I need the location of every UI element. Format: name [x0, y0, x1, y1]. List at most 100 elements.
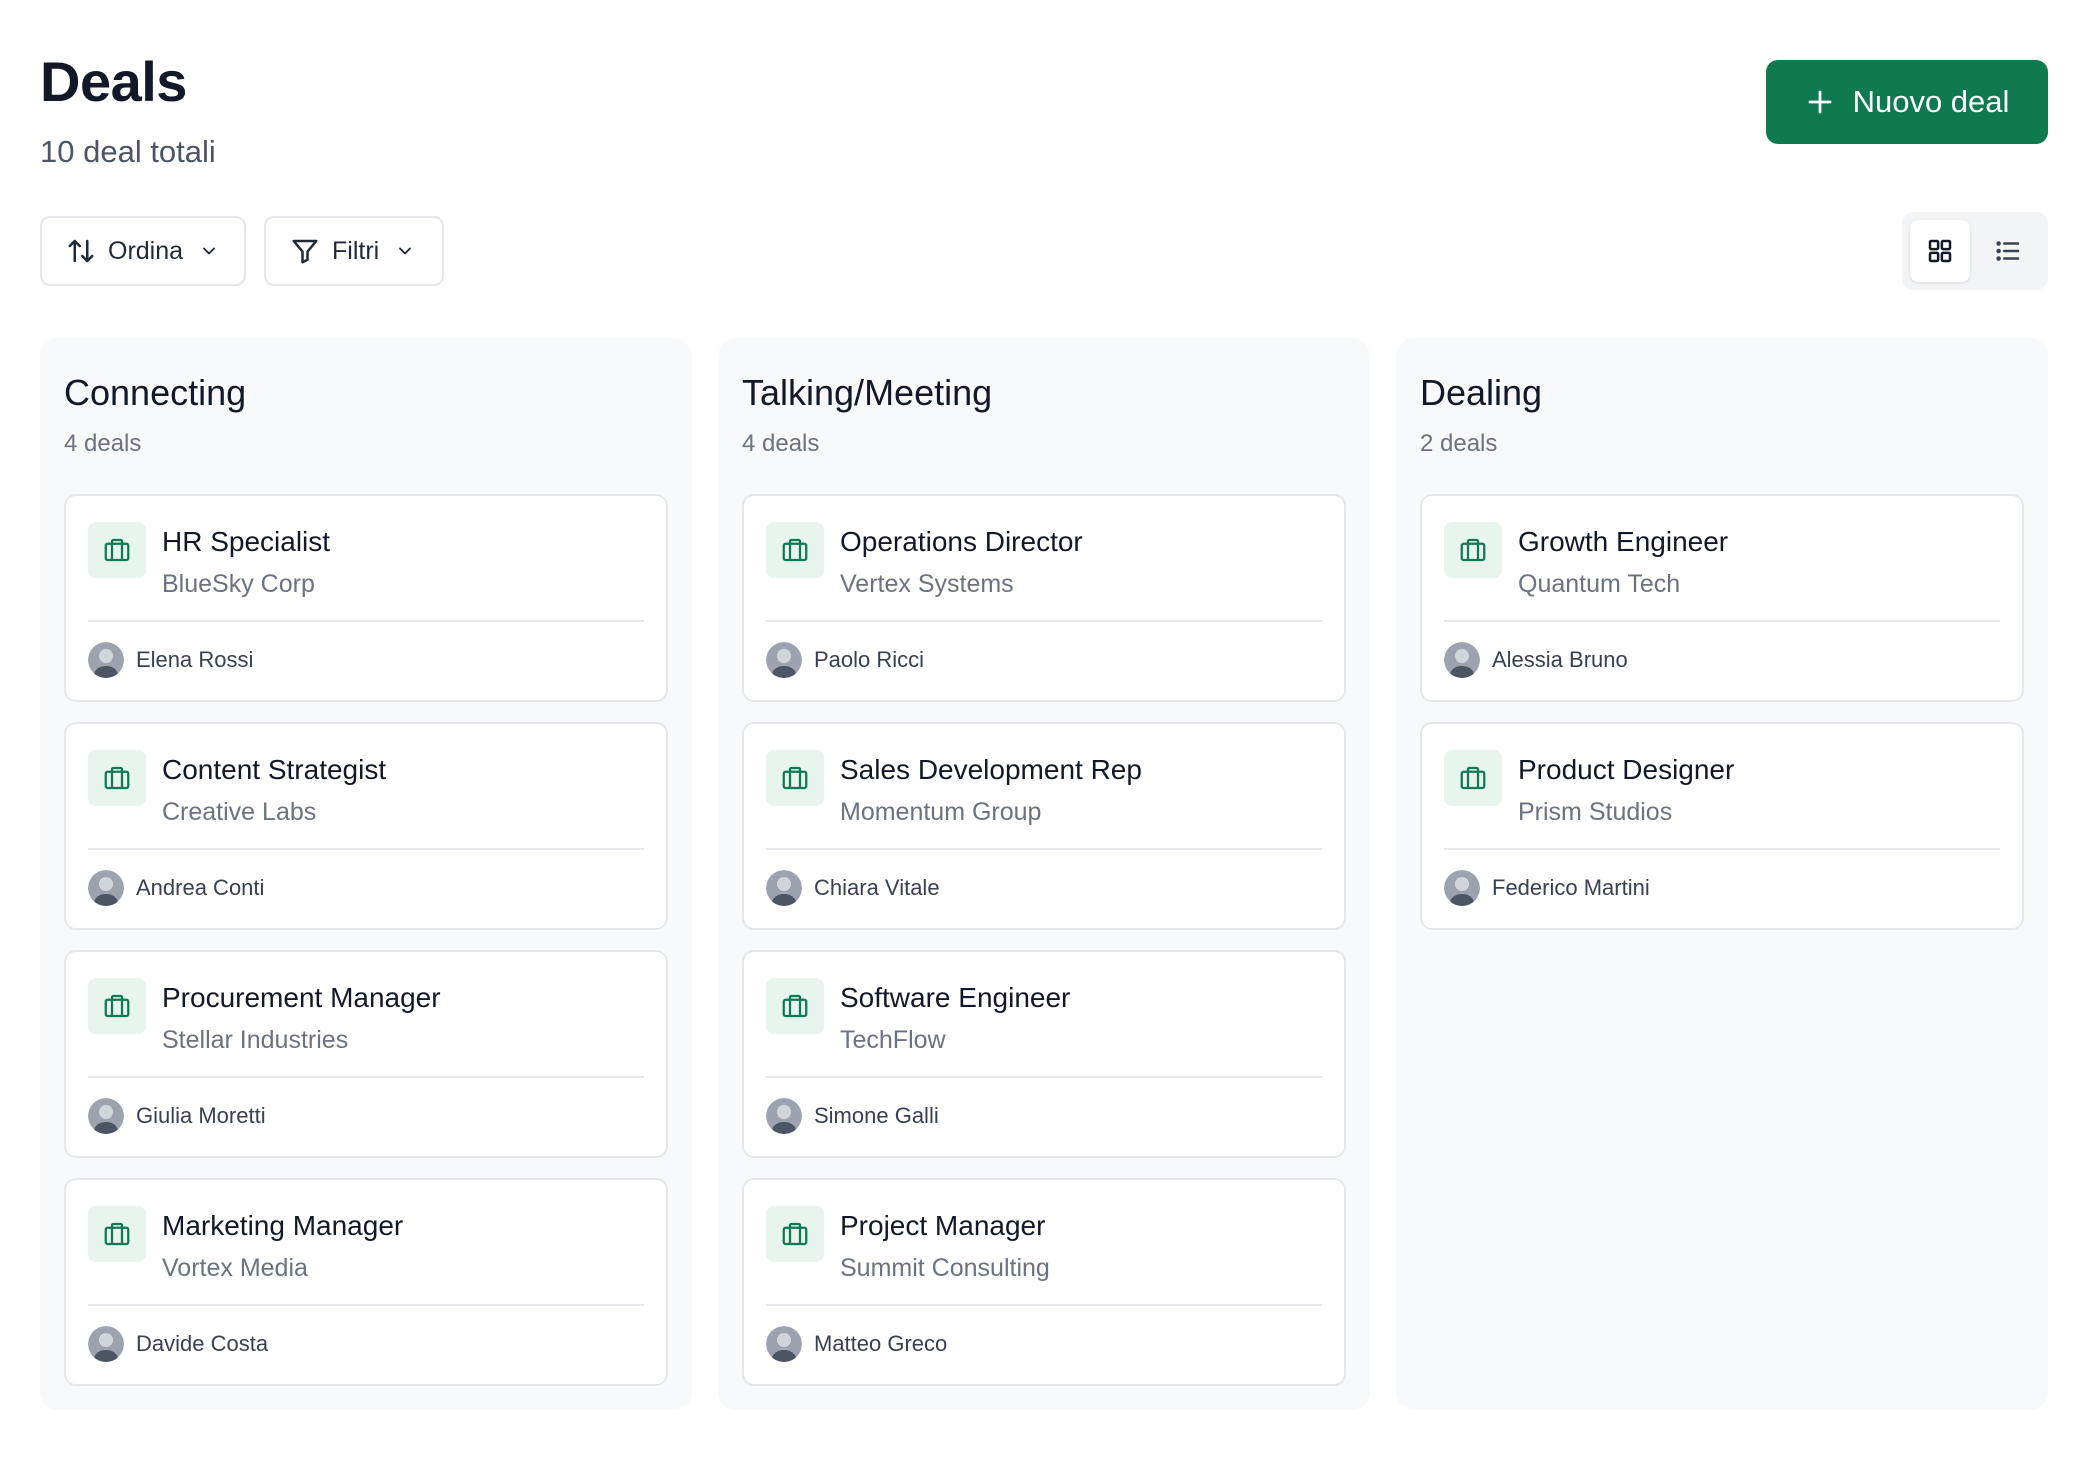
divider: [766, 1304, 1322, 1306]
owner-name: Matteo Greco: [814, 1331, 948, 1356]
chevron-down-icon: [199, 241, 219, 261]
deal-card[interactable]: Content Strategist Creative Labs Andrea …: [64, 722, 668, 930]
briefcase-icon: [88, 978, 146, 1034]
avatar: [88, 642, 124, 678]
deal-title: Software Engineer: [840, 982, 1071, 1013]
deal-owner: Matteo Greco: [766, 1326, 947, 1362]
deal-company: TechFlow: [840, 1026, 946, 1054]
column-cards: Operations Director Vertex Systems Paolo…: [742, 494, 1346, 1386]
deal-owner: Davide Costa: [88, 1326, 268, 1362]
grid-view-button[interactable]: [1910, 220, 1970, 282]
briefcase-icon: [766, 522, 824, 578]
deal-card[interactable]: Growth Engineer Quantum Tech Alessia Bru…: [1420, 494, 2024, 702]
filter-dropdown-button[interactable]: Filtri: [264, 216, 444, 286]
owner-name: Simone Galli: [814, 1103, 939, 1128]
deal-company: Prism Studios: [1518, 798, 1673, 826]
briefcase-icon: [1444, 750, 1502, 806]
deal-company: Stellar Industries: [162, 1026, 349, 1054]
owner-name: Elena Rossi: [136, 647, 254, 672]
divider: [766, 620, 1322, 622]
deal-owner: Simone Galli: [766, 1098, 939, 1134]
view-toggle: [1902, 212, 2048, 290]
deal-card[interactable]: Procurement Manager Stellar Industries G…: [64, 950, 668, 1158]
sort-arrows-icon: [66, 236, 96, 266]
divider: [88, 848, 644, 850]
deal-title: Growth Engineer: [1518, 526, 1729, 557]
avatar: [88, 870, 124, 906]
column-title: Dealing: [1420, 372, 1543, 413]
deal-company: Summit Consulting: [840, 1254, 1050, 1282]
briefcase-icon: [766, 1206, 824, 1262]
deals-page: Deals 10 deal totali Nuovo deal Ordina F…: [0, 0, 2088, 1464]
plus-icon: [1808, 90, 1831, 114]
page-header: Deals 10 deal totali Nuovo deal: [40, 40, 2048, 190]
avatar: [88, 1326, 124, 1362]
column-title: Connecting: [64, 372, 247, 413]
kanban-board: Connecting 4 deals HR Specialist BlueSky…: [40, 338, 2048, 1410]
avatar: [766, 1326, 802, 1362]
deal-card[interactable]: Sales Development Rep Momentum Group Chi…: [742, 722, 1346, 930]
avatar: [766, 870, 802, 906]
pipeline-column: Talking/Meeting 4 deals Operations Direc…: [718, 338, 1370, 1410]
deal-company: Quantum Tech: [1518, 570, 1681, 598]
new-deal-label: Nuovo deal: [1852, 84, 2010, 119]
filter-label: Filtri: [332, 236, 380, 265]
page-title: Deals: [40, 50, 187, 113]
owner-name: Davide Costa: [136, 1331, 269, 1356]
avatar: [88, 1098, 124, 1134]
toolbar: Ordina Filtri: [40, 212, 2048, 290]
owner-name: Federico Martini: [1492, 875, 1650, 900]
briefcase-icon: [88, 1206, 146, 1262]
deal-owner: Andrea Conti: [88, 870, 264, 906]
deal-owner: Alessia Bruno: [1444, 642, 1628, 678]
avatar: [1444, 642, 1480, 678]
pipeline-column: Dealing 2 deals Growth Engineer Quantum …: [1396, 338, 2048, 1410]
deal-card[interactable]: Software Engineer TechFlow Simone Galli: [742, 950, 1346, 1158]
avatar: [766, 642, 802, 678]
avatar: [1444, 870, 1480, 906]
deal-company: Vertex Systems: [840, 570, 1014, 598]
deal-title: Sales Development Rep: [840, 754, 1142, 785]
deal-title: Operations Director: [840, 526, 1083, 557]
deal-company: Creative Labs: [162, 798, 317, 826]
deal-card[interactable]: Marketing Manager Vortex Media Davide Co…: [64, 1178, 668, 1386]
deal-company: Momentum Group: [840, 798, 1042, 826]
divider: [1444, 848, 2000, 850]
divider: [766, 1076, 1322, 1078]
avatar: [766, 1098, 802, 1134]
deal-company: BlueSky Corp: [162, 570, 315, 598]
column-deal-count: 4 deals: [64, 430, 142, 457]
owner-name: Paolo Ricci: [814, 647, 925, 672]
column-cards: Growth Engineer Quantum Tech Alessia Bru…: [1420, 494, 2024, 930]
sort-label: Ordina: [108, 236, 184, 265]
divider: [1444, 620, 2000, 622]
new-deal-button[interactable]: Nuovo deal: [1766, 60, 2048, 144]
deal-title: Project Manager: [840, 1210, 1046, 1241]
column-deal-count: 4 deals: [742, 430, 820, 457]
deal-company: Vortex Media: [162, 1254, 308, 1282]
divider: [88, 1304, 644, 1306]
owner-name: Alessia Bruno: [1492, 647, 1628, 672]
deal-owner: Federico Martini: [1444, 870, 1650, 906]
column-title: Talking/Meeting: [742, 372, 993, 413]
deal-card[interactable]: Operations Director Vertex Systems Paolo…: [742, 494, 1346, 702]
pipeline-column: Connecting 4 deals HR Specialist BlueSky…: [40, 338, 692, 1410]
deal-title: Procurement Manager: [162, 982, 441, 1013]
owner-name: Andrea Conti: [136, 875, 265, 900]
owner-name: Giulia Moretti: [136, 1103, 266, 1128]
briefcase-icon: [1444, 522, 1502, 578]
deal-title: Content Strategist: [162, 754, 387, 785]
column-cards: HR Specialist BlueSky Corp Elena Rossi C…: [64, 494, 668, 1386]
deal-card[interactable]: HR Specialist BlueSky Corp Elena Rossi: [64, 494, 668, 702]
column-deal-count: 2 deals: [1420, 430, 1498, 457]
grid-icon: [1928, 239, 1952, 263]
deal-total-count: 10 deal totali: [40, 134, 216, 169]
list-view-button[interactable]: [1978, 220, 2038, 282]
deal-owner: Chiara Vitale: [766, 870, 940, 906]
deal-card[interactable]: Product Designer Prism Studios Federico …: [1420, 722, 2024, 930]
deal-card[interactable]: Project Manager Summit Consulting Matteo…: [742, 1178, 1346, 1386]
deal-owner: Paolo Ricci: [766, 642, 924, 678]
divider: [766, 848, 1322, 850]
sort-dropdown-button[interactable]: Ordina: [40, 216, 246, 286]
deal-title: Product Designer: [1518, 754, 1735, 785]
